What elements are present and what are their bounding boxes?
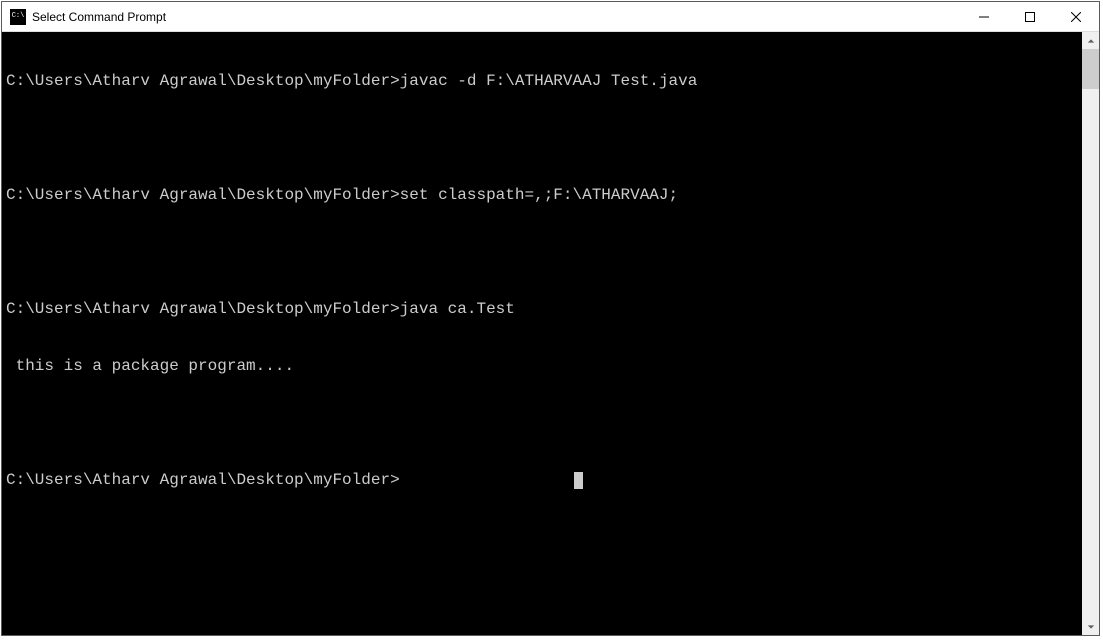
terminal-line: this is a package program.... — [6, 357, 1082, 376]
cursor-gap — [400, 471, 573, 489]
maximize-icon — [1025, 12, 1035, 22]
vertical-scrollbar[interactable] — [1082, 32, 1099, 635]
terminal-line — [6, 129, 1082, 148]
terminal-line: C:\Users\Atharv Agrawal\Desktop\myFolder… — [6, 72, 1082, 91]
scroll-up-button[interactable] — [1082, 32, 1099, 49]
chevron-down-icon — [1087, 623, 1095, 631]
chevron-up-icon — [1087, 37, 1095, 45]
terminal-line — [6, 414, 1082, 433]
command-prompt-window: Select Command Prompt C:\Users\Atharv Ag… — [1, 1, 1100, 636]
prompt-text: C:\Users\Atharv Agrawal\Desktop\myFolder… — [6, 471, 400, 489]
maximize-button[interactable] — [1007, 2, 1053, 31]
titlebar[interactable]: Select Command Prompt — [2, 2, 1099, 32]
scroll-down-button[interactable] — [1082, 618, 1099, 635]
scroll-thumb[interactable] — [1082, 49, 1099, 89]
minimize-icon — [979, 12, 989, 22]
window-controls — [961, 2, 1099, 31]
text-cursor — [574, 472, 583, 489]
terminal-line: C:\Users\Atharv Agrawal\Desktop\myFolder… — [6, 300, 1082, 319]
content-area: C:\Users\Atharv Agrawal\Desktop\myFolder… — [2, 32, 1099, 635]
terminal-line: C:\Users\Atharv Agrawal\Desktop\myFolder… — [6, 471, 1082, 490]
cmd-icon — [10, 9, 26, 25]
terminal-line: C:\Users\Atharv Agrawal\Desktop\myFolder… — [6, 186, 1082, 205]
close-button[interactable] — [1053, 2, 1099, 31]
terminal-line — [6, 243, 1082, 262]
window-title: Select Command Prompt — [32, 10, 166, 24]
terminal-output[interactable]: C:\Users\Atharv Agrawal\Desktop\myFolder… — [2, 32, 1082, 635]
close-icon — [1071, 12, 1081, 22]
minimize-button[interactable] — [961, 2, 1007, 31]
